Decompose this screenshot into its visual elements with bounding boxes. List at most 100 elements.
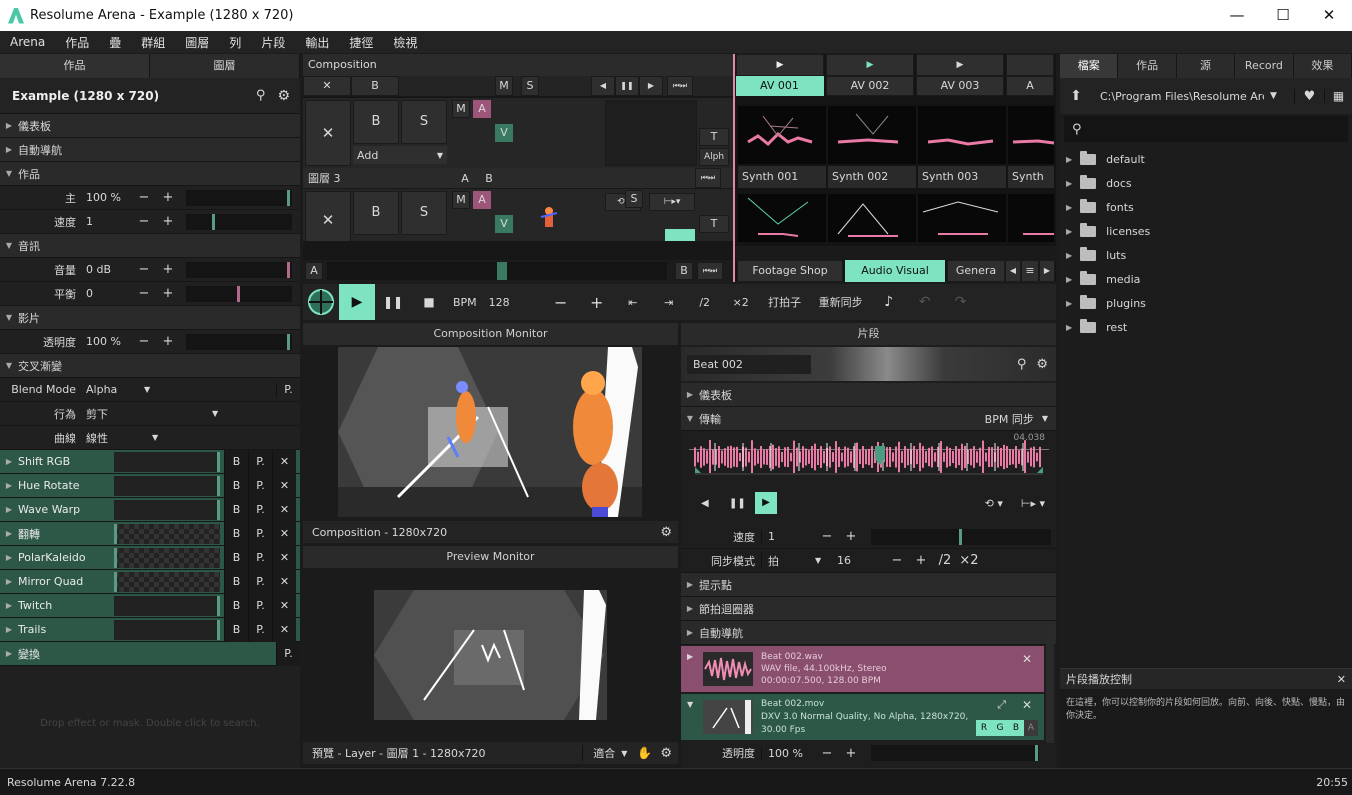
param-value[interactable]: 100 % xyxy=(82,191,132,204)
fx-bypass-button[interactable]: B xyxy=(224,497,248,522)
fx-opacity-slider[interactable] xyxy=(114,571,220,592)
folder-item[interactable]: ▶ docs xyxy=(1060,171,1352,195)
clip-speed-slider[interactable] xyxy=(871,528,1051,545)
fx-p-button[interactable]: P. xyxy=(276,641,300,666)
chevron-down-icon[interactable]: ▼ xyxy=(1270,91,1277,101)
expand-icon[interactable]: ▶ xyxy=(1066,203,1072,212)
fx-opacity-slider[interactable] xyxy=(114,499,220,520)
collapse-icon[interactable]: ▼ xyxy=(687,700,693,709)
section-autopilot[interactable]: 自動導航 xyxy=(699,625,743,641)
expand-icon[interactable]: ▶ xyxy=(0,577,18,586)
fx-p-button[interactable]: P. xyxy=(248,569,272,594)
tab-audio-visual[interactable]: Audio Visual xyxy=(845,260,945,282)
plus-button[interactable]: + xyxy=(156,262,180,277)
menu-arena[interactable]: Arena xyxy=(0,35,55,49)
fx-row[interactable]: ▶ Trails B P. ✕ xyxy=(0,617,300,642)
pause-icon[interactable]: ❚❚ xyxy=(615,76,639,96)
master-m-button[interactable]: M xyxy=(495,76,513,96)
crossfader-handle[interactable] xyxy=(497,262,507,280)
folder-item[interactable]: ▶ plugins xyxy=(1060,291,1352,315)
fx-remove-button[interactable]: ✕ xyxy=(272,569,296,594)
layer-alpha-button[interactable]: Alph xyxy=(699,148,729,166)
plus-button[interactable]: + xyxy=(156,214,180,229)
plus-button[interactable]: + xyxy=(156,334,180,349)
play-icon[interactable]: ▶ xyxy=(755,492,777,514)
chevron-down-icon[interactable]: ▼ xyxy=(152,433,158,442)
plus-button[interactable]: + xyxy=(839,529,863,544)
fx-bypass-button[interactable]: B xyxy=(224,545,248,570)
expand-icon[interactable]: ▶ xyxy=(1066,179,1072,188)
slider-handle[interactable] xyxy=(217,451,220,472)
minus-button[interactable]: − xyxy=(815,746,839,761)
folder-item[interactable]: ▶ licenses xyxy=(1060,219,1352,243)
slider-handle[interactable] xyxy=(114,571,117,592)
plus-button[interactable]: + xyxy=(156,286,180,301)
layer-solo-button[interactable]: S xyxy=(401,191,447,235)
slider-handle[interactable] xyxy=(1035,745,1038,761)
folder-item[interactable]: ▶ rest xyxy=(1060,315,1352,339)
slider-handle[interactable] xyxy=(212,213,215,230)
collapse-icon[interactable]: ▼ xyxy=(681,414,699,423)
chevron-left-icon[interactable]: ◀ xyxy=(1005,260,1021,282)
section-dashboard[interactable]: 儀表板 xyxy=(18,118,51,134)
up-folder-icon[interactable]: ⬆ xyxy=(1060,88,1092,104)
transport-globe-icon[interactable] xyxy=(303,284,339,320)
minus-button[interactable]: − xyxy=(132,286,156,301)
fx-row[interactable]: ▶ PolarKaleido B P. ✕ xyxy=(0,545,300,570)
expand-icon[interactable]: ▶ xyxy=(1066,227,1072,236)
slider-handle[interactable] xyxy=(114,523,117,544)
half-button[interactable]: /2 xyxy=(933,553,957,568)
fx-opacity-slider[interactable] xyxy=(114,523,220,544)
clip-synth-002[interactable]: Synth 002 xyxy=(828,166,916,188)
chevron-down-icon[interactable]: ▼ xyxy=(621,749,627,758)
redo-icon[interactable]: ↷ xyxy=(943,294,979,310)
waveform[interactable]: 04.038 xyxy=(689,431,1049,491)
collapse-icon[interactable]: ▼ xyxy=(0,169,18,178)
menu-group[interactable]: 群組 xyxy=(131,34,175,51)
param-value[interactable]: 0 xyxy=(82,287,132,300)
fx-opacity-slider[interactable] xyxy=(114,475,220,496)
bypass-button[interactable]: B xyxy=(351,76,399,96)
pause-icon[interactable]: ❚❚ xyxy=(375,295,411,309)
expand-icon[interactable]: ▶ xyxy=(0,529,18,538)
channel-r-button[interactable]: R xyxy=(976,720,992,736)
menu-column[interactable]: 列 xyxy=(219,34,251,51)
close-icon[interactable]: ✕ xyxy=(1337,673,1346,686)
metronome-icon[interactable]: ♪ xyxy=(871,294,907,310)
fx-remove-button[interactable]: ✕ xyxy=(272,521,296,546)
clip-synth-001[interactable]: Synth 001 xyxy=(738,166,826,188)
gear-icon[interactable]: ⚙ xyxy=(1036,357,1048,372)
next-icon[interactable]: ▶ xyxy=(639,76,663,96)
layer-bypass-button[interactable]: B xyxy=(353,100,399,144)
resync-button[interactable]: 重新同步 xyxy=(811,294,871,310)
clear-button[interactable]: ✕ xyxy=(303,76,351,96)
fx-p-button[interactable]: P. xyxy=(248,449,272,474)
fx-remove-button[interactable]: ✕ xyxy=(272,497,296,522)
expand-icon[interactable]: ▶ xyxy=(681,390,699,399)
minus-button[interactable]: − xyxy=(132,334,156,349)
column-play-button[interactable]: ▶ xyxy=(826,54,914,76)
column-av004[interactable]: A xyxy=(1006,76,1054,96)
grid-view-icon[interactable]: ▦ xyxy=(1324,89,1352,103)
minus-button[interactable]: − xyxy=(132,214,156,229)
path-dropdown[interactable]: C:\Program Files\Resolume Arena xyxy=(1092,90,1264,103)
expand-icon[interactable]: ▶ xyxy=(1066,155,1072,164)
fx-p-button[interactable]: P. xyxy=(248,545,272,570)
channel-g-button[interactable]: G xyxy=(992,720,1008,736)
tab-files[interactable]: 檔案 xyxy=(1060,54,1119,78)
layer-m-button[interactable]: M xyxy=(452,100,470,118)
menu-deck[interactable]: 疊 xyxy=(99,34,131,51)
play-direction-icon[interactable]: ⊢▸ ▾ xyxy=(1021,497,1045,510)
fx-p-button[interactable]: P. xyxy=(248,497,272,522)
param-value[interactable]: 1 xyxy=(761,530,815,543)
slider-handle[interactable] xyxy=(217,475,220,496)
crossfader-a-button[interactable]: A xyxy=(305,262,323,280)
layer-v-button[interactable]: V xyxy=(495,124,513,142)
minus-button[interactable]: − xyxy=(815,529,839,544)
bpm-half-button[interactable]: /2 xyxy=(687,296,723,309)
chevron-right-icon[interactable]: ▶ xyxy=(1039,260,1055,282)
search-icon[interactable]: ⚲ xyxy=(1017,357,1027,372)
param-value[interactable]: 1 xyxy=(82,215,132,228)
menu-layer[interactable]: 圖層 xyxy=(175,34,219,51)
skip-icon[interactable]: ⏮⏭ xyxy=(695,168,721,188)
